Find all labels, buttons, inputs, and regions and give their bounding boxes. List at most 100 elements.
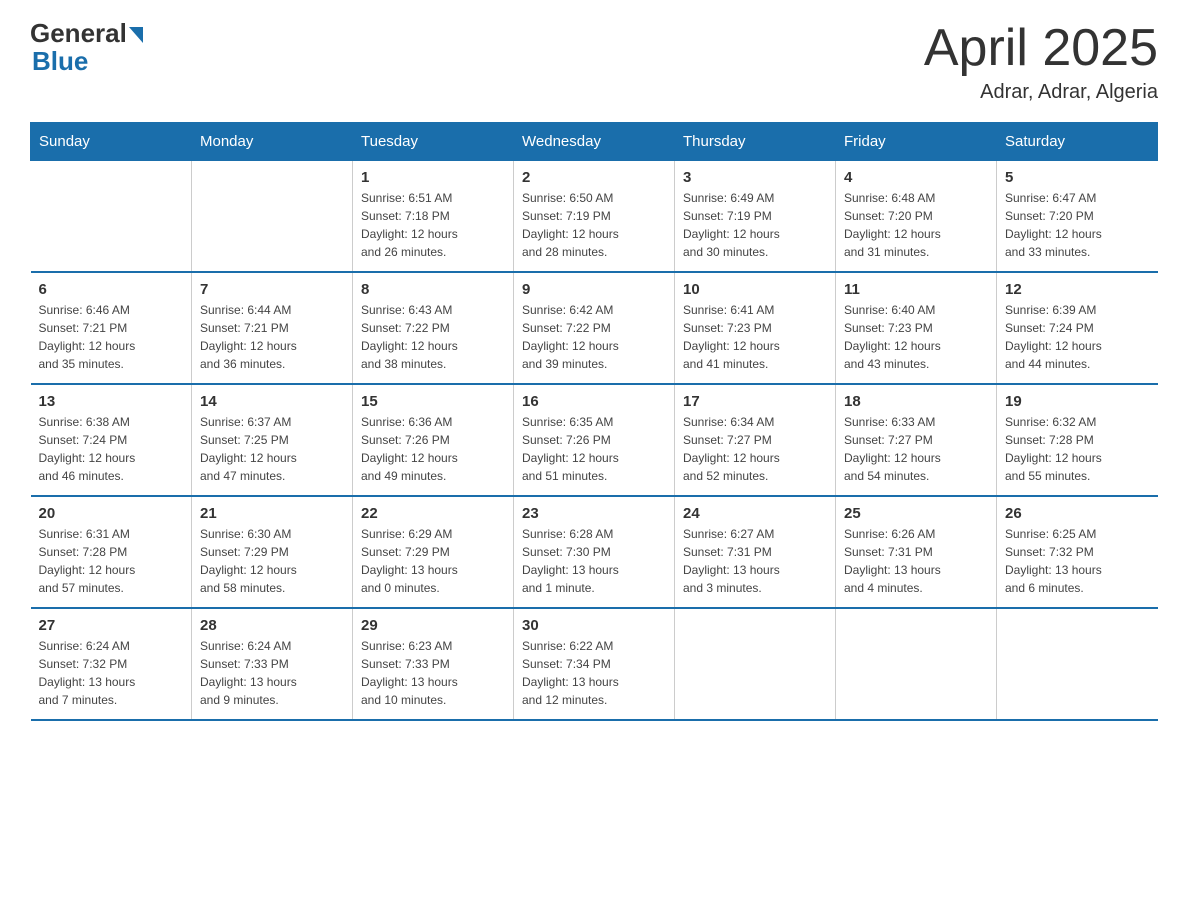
day-number: 12 bbox=[1005, 281, 1150, 298]
day-info: Sunrise: 6:23 AM Sunset: 7:33 PM Dayligh… bbox=[361, 637, 505, 709]
calendar-cell bbox=[192, 161, 353, 273]
calendar-table: SundayMondayTuesdayWednesdayThursdayFrid… bbox=[30, 122, 1158, 721]
calendar-cell: 12 Sunrise: 6:39 AM Sunset: 7:24 PM Dayli… bbox=[997, 272, 1158, 384]
day-info: Sunrise: 6:24 AM Sunset: 7:32 PM Dayligh… bbox=[39, 637, 184, 709]
day-info: Sunrise: 6:32 AM Sunset: 7:28 PM Dayligh… bbox=[1005, 413, 1150, 485]
day-number: 16 bbox=[522, 393, 666, 410]
calendar-cell: 16 Sunrise: 6:35 AM Sunset: 7:26 PM Dayli… bbox=[514, 384, 675, 496]
weekday-header-row: SundayMondayTuesdayWednesdayThursdayFrid… bbox=[31, 123, 1158, 161]
day-info: Sunrise: 6:43 AM Sunset: 7:22 PM Dayligh… bbox=[361, 301, 505, 373]
day-number: 4 bbox=[844, 169, 988, 186]
day-info: Sunrise: 6:22 AM Sunset: 7:34 PM Dayligh… bbox=[522, 637, 666, 709]
day-info: Sunrise: 6:36 AM Sunset: 7:26 PM Dayligh… bbox=[361, 413, 505, 485]
day-number: 30 bbox=[522, 617, 666, 634]
logo: General Blue bbox=[30, 20, 143, 77]
calendar-cell: 6 Sunrise: 6:46 AM Sunset: 7:21 PM Daylig… bbox=[31, 272, 192, 384]
day-number: 6 bbox=[39, 281, 184, 298]
title-area: April 2025 Adrar, Adrar, Algeria bbox=[924, 20, 1158, 104]
calendar-cell: 5Sunrise: 6:47 AM Sunset: 7:20 PM Daylig… bbox=[997, 161, 1158, 273]
day-number: 21 bbox=[200, 505, 344, 522]
day-info: Sunrise: 6:44 AM Sunset: 7:21 PM Dayligh… bbox=[200, 301, 344, 373]
day-number: 2 bbox=[522, 169, 666, 186]
calendar-cell: 7 Sunrise: 6:44 AM Sunset: 7:21 PM Daylig… bbox=[192, 272, 353, 384]
logo-arrow-icon bbox=[129, 27, 143, 43]
day-info: Sunrise: 6:50 AM Sunset: 7:19 PM Dayligh… bbox=[522, 189, 666, 261]
day-info: Sunrise: 6:42 AM Sunset: 7:22 PM Dayligh… bbox=[522, 301, 666, 373]
calendar-cell: 17Sunrise: 6:34 AM Sunset: 7:27 PM Dayli… bbox=[675, 384, 836, 496]
day-info: Sunrise: 6:40 AM Sunset: 7:23 PM Dayligh… bbox=[844, 301, 988, 373]
day-info: Sunrise: 6:28 AM Sunset: 7:30 PM Dayligh… bbox=[522, 525, 666, 597]
weekday-header-friday: Friday bbox=[836, 123, 997, 161]
week-row-5: 27Sunrise: 6:24 AM Sunset: 7:32 PM Dayli… bbox=[31, 608, 1158, 720]
day-number: 10 bbox=[683, 281, 827, 298]
calendar-cell: 9 Sunrise: 6:42 AM Sunset: 7:22 PM Daylig… bbox=[514, 272, 675, 384]
weekday-header-thursday: Thursday bbox=[675, 123, 836, 161]
calendar-cell: 13 Sunrise: 6:38 AM Sunset: 7:24 PM Dayli… bbox=[31, 384, 192, 496]
calendar-cell: 4 Sunrise: 6:48 AM Sunset: 7:20 PM Daylig… bbox=[836, 161, 997, 273]
calendar-cell: 27Sunrise: 6:24 AM Sunset: 7:32 PM Dayli… bbox=[31, 608, 192, 720]
day-info: Sunrise: 6:38 AM Sunset: 7:24 PM Dayligh… bbox=[39, 413, 184, 485]
calendar-cell bbox=[997, 608, 1158, 720]
weekday-header-sunday: Sunday bbox=[31, 123, 192, 161]
calendar-cell: 11 Sunrise: 6:40 AM Sunset: 7:23 PM Dayli… bbox=[836, 272, 997, 384]
day-number: 28 bbox=[200, 617, 344, 634]
calendar-cell: 15 Sunrise: 6:36 AM Sunset: 7:26 PM Dayli… bbox=[353, 384, 514, 496]
week-row-4: 20 Sunrise: 6:31 AM Sunset: 7:28 PM Dayli… bbox=[31, 496, 1158, 608]
day-info: Sunrise: 6:27 AM Sunset: 7:31 PM Dayligh… bbox=[683, 525, 827, 597]
calendar-cell: 29 Sunrise: 6:23 AM Sunset: 7:33 PM Dayli… bbox=[353, 608, 514, 720]
page-header: General Blue April 2025 Adrar, Adrar, Al… bbox=[30, 20, 1158, 104]
day-info: Sunrise: 6:31 AM Sunset: 7:28 PM Dayligh… bbox=[39, 525, 184, 597]
day-number: 22 bbox=[361, 505, 505, 522]
day-info: Sunrise: 6:24 AM Sunset: 7:33 PM Dayligh… bbox=[200, 637, 344, 709]
weekday-header-monday: Monday bbox=[192, 123, 353, 161]
day-number: 23 bbox=[522, 505, 666, 522]
calendar-cell: 19Sunrise: 6:32 AM Sunset: 7:28 PM Dayli… bbox=[997, 384, 1158, 496]
calendar-cell: 26Sunrise: 6:25 AM Sunset: 7:32 PM Dayli… bbox=[997, 496, 1158, 608]
day-info: Sunrise: 6:33 AM Sunset: 7:27 PM Dayligh… bbox=[844, 413, 988, 485]
calendar-cell: 18Sunrise: 6:33 AM Sunset: 7:27 PM Dayli… bbox=[836, 384, 997, 496]
calendar-cell: 30 Sunrise: 6:22 AM Sunset: 7:34 PM Dayli… bbox=[514, 608, 675, 720]
day-info: Sunrise: 6:37 AM Sunset: 7:25 PM Dayligh… bbox=[200, 413, 344, 485]
day-info: Sunrise: 6:47 AM Sunset: 7:20 PM Dayligh… bbox=[1005, 189, 1150, 261]
calendar-cell: 1 Sunrise: 6:51 AM Sunset: 7:18 PM Daylig… bbox=[353, 161, 514, 273]
logo-blue-text: Blue bbox=[30, 46, 88, 76]
calendar-cell: 10 Sunrise: 6:41 AM Sunset: 7:23 PM Dayli… bbox=[675, 272, 836, 384]
week-row-3: 13 Sunrise: 6:38 AM Sunset: 7:24 PM Dayli… bbox=[31, 384, 1158, 496]
day-number: 15 bbox=[361, 393, 505, 410]
calendar-cell: 25Sunrise: 6:26 AM Sunset: 7:31 PM Dayli… bbox=[836, 496, 997, 608]
weekday-header-tuesday: Tuesday bbox=[353, 123, 514, 161]
calendar-cell bbox=[31, 161, 192, 273]
day-number: 11 bbox=[844, 281, 988, 298]
calendar-cell bbox=[675, 608, 836, 720]
day-number: 9 bbox=[522, 281, 666, 298]
day-number: 1 bbox=[361, 169, 505, 186]
calendar-cell: 28 Sunrise: 6:24 AM Sunset: 7:33 PM Dayli… bbox=[192, 608, 353, 720]
weekday-header-wednesday: Wednesday bbox=[514, 123, 675, 161]
calendar-cell: 22 Sunrise: 6:29 AM Sunset: 7:29 PM Dayli… bbox=[353, 496, 514, 608]
calendar-cell: 20 Sunrise: 6:31 AM Sunset: 7:28 PM Dayli… bbox=[31, 496, 192, 608]
weekday-header-saturday: Saturday bbox=[997, 123, 1158, 161]
calendar-cell bbox=[836, 608, 997, 720]
location-title: Adrar, Adrar, Algeria bbox=[924, 81, 1158, 104]
day-info: Sunrise: 6:48 AM Sunset: 7:20 PM Dayligh… bbox=[844, 189, 988, 261]
day-number: 20 bbox=[39, 505, 184, 522]
day-info: Sunrise: 6:39 AM Sunset: 7:24 PM Dayligh… bbox=[1005, 301, 1150, 373]
day-info: Sunrise: 6:25 AM Sunset: 7:32 PM Dayligh… bbox=[1005, 525, 1150, 597]
week-row-1: 1 Sunrise: 6:51 AM Sunset: 7:18 PM Daylig… bbox=[31, 161, 1158, 273]
calendar-cell: 14 Sunrise: 6:37 AM Sunset: 7:25 PM Dayli… bbox=[192, 384, 353, 496]
day-info: Sunrise: 6:46 AM Sunset: 7:21 PM Dayligh… bbox=[39, 301, 184, 373]
day-info: Sunrise: 6:29 AM Sunset: 7:29 PM Dayligh… bbox=[361, 525, 505, 597]
day-number: 7 bbox=[200, 281, 344, 298]
calendar-cell: 24Sunrise: 6:27 AM Sunset: 7:31 PM Dayli… bbox=[675, 496, 836, 608]
day-info: Sunrise: 6:51 AM Sunset: 7:18 PM Dayligh… bbox=[361, 189, 505, 261]
day-info: Sunrise: 6:49 AM Sunset: 7:19 PM Dayligh… bbox=[683, 189, 827, 261]
day-number: 8 bbox=[361, 281, 505, 298]
day-number: 13 bbox=[39, 393, 184, 410]
day-info: Sunrise: 6:41 AM Sunset: 7:23 PM Dayligh… bbox=[683, 301, 827, 373]
day-info: Sunrise: 6:35 AM Sunset: 7:26 PM Dayligh… bbox=[522, 413, 666, 485]
day-number: 14 bbox=[200, 393, 344, 410]
logo-general-text: General bbox=[30, 20, 127, 46]
day-number: 29 bbox=[361, 617, 505, 634]
calendar-cell: 23 Sunrise: 6:28 AM Sunset: 7:30 PM Dayli… bbox=[514, 496, 675, 608]
day-info: Sunrise: 6:26 AM Sunset: 7:31 PM Dayligh… bbox=[844, 525, 988, 597]
